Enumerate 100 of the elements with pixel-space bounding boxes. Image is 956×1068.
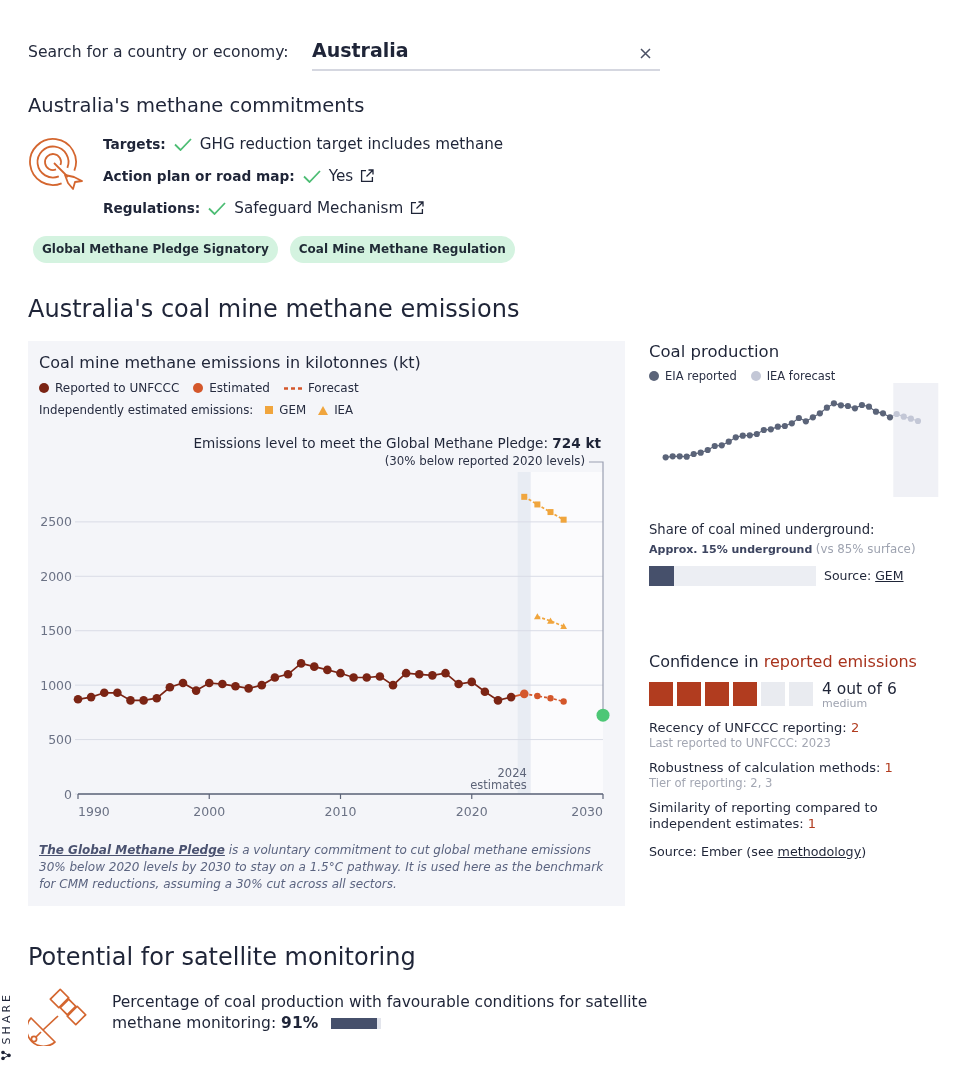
data-point: [388, 680, 398, 690]
x-tick-label: 2000: [193, 804, 226, 819]
square-point: [547, 509, 554, 516]
methodology-link[interactable]: methodology: [777, 844, 862, 859]
share-icon: [1, 1050, 12, 1061]
legend-label: Estimated: [209, 380, 270, 396]
x-tick-label: 2030: [571, 804, 603, 819]
data-point: [467, 677, 477, 687]
data-point: [454, 679, 463, 689]
legend-label: IEA: [334, 402, 354, 418]
forecast-point: [534, 692, 541, 700]
criterion-text: Similarity of reporting compared to independent estimates: 1: [649, 800, 879, 832]
chart-title: Coal mine methane emissions in kilotonnes (kt): [39, 353, 422, 373]
legend-label: IEA forecast: [766, 369, 836, 383]
commitment-value: GHG reduction target includes methane: [199, 135, 504, 153]
triangle-point: [560, 622, 568, 630]
footnote-text: The Global Methane Pledge is a voluntary commitment to cut global methane emissions 30% below 2020 levels by 2030 to stay on a 1.5°C pathway. It is used here as the benchmark for CMM reductions, assuming a 30% cut across all sectors.: [39, 842, 605, 893]
external-link-icon[interactable]: [410, 201, 425, 215]
band-label: 2024 estimates: [469, 767, 527, 791]
data-point: [441, 668, 450, 678]
source-link[interactable]: GEM: [875, 568, 904, 584]
legend-heading: Independently estimated emissions:: [39, 402, 254, 418]
data-point: [506, 692, 516, 702]
y-tick-label: 1000: [40, 677, 72, 693]
data-point: [218, 679, 227, 689]
triangle-point: [534, 613, 541, 620]
data-point: [283, 669, 293, 679]
criterion-note: Tier of reporting: 2, 3: [649, 776, 774, 790]
confidence-title: Confidence in reported emissions: [649, 652, 918, 672]
data-point: [323, 665, 332, 675]
forecast-point: [560, 698, 567, 705]
data-point: [270, 673, 280, 682]
data-point: [178, 678, 188, 688]
data-point: [480, 687, 490, 696]
triangle-point: [547, 617, 554, 624]
y-tick-label: 2500: [40, 514, 72, 530]
commitment-link[interactable]: Safeguard Mechanism: [234, 199, 404, 217]
status-tag: Coal Mine Methane Regulation: [289, 236, 515, 263]
data-point: [86, 692, 96, 702]
y-tick-label: 2000: [40, 568, 72, 584]
data-point: [139, 696, 148, 705]
criterion-text: Robustness of calculation methods: 1: [649, 760, 894, 776]
data-point: [296, 659, 306, 668]
source-text: Source: Ember (see methodology): [649, 844, 868, 860]
underground-value: Approx. 15% underground: [649, 543, 813, 556]
data-point: [165, 683, 175, 692]
legend-label: GEM: [279, 402, 307, 418]
commitment-label: Targets:: [103, 136, 166, 152]
external-link-icon[interactable]: [360, 169, 375, 183]
legend-label: Forecast: [307, 380, 359, 396]
data-point: [231, 681, 240, 691]
data-point: [204, 678, 214, 688]
data-point: [152, 693, 162, 703]
data-point: [336, 668, 345, 678]
search-label: Search for a country or economy:: [28, 43, 290, 61]
data-point: [126, 696, 135, 705]
data-point: [191, 686, 201, 695]
close-icon: [640, 48, 651, 59]
data-point: [113, 688, 122, 698]
data-point: [244, 684, 253, 693]
x-tick-label: 2010: [324, 804, 357, 819]
y-tick-label: 1500: [40, 623, 72, 639]
pledge-link[interactable]: The Global Methane Pledge: [39, 843, 225, 857]
dashed-series-line: [536, 615, 565, 628]
data-point: [362, 673, 372, 682]
criterion-text: Recency of UNFCCC reporting: 2: [649, 720, 861, 736]
target-annotation: Emissions level to meet the Global Methane Pledge: 724 kt (30% below reported 2020 levels): [193, 435, 601, 469]
forecast-point: [547, 695, 554, 702]
commitment-label: Regulations:: [103, 200, 201, 216]
confidence-score: 4 out of 6: [822, 680, 897, 698]
source-label: Source:: [824, 568, 872, 584]
data-point: [309, 662, 319, 671]
search-field[interactable]: Australia: [312, 33, 660, 71]
data-point: [99, 688, 109, 698]
data-point: [375, 672, 385, 681]
underground-label: Share of coal mined underground:: [649, 522, 876, 538]
data-point: [414, 669, 424, 679]
target-icon: [28, 138, 84, 190]
commitment-link[interactable]: Yes: [328, 167, 354, 185]
square-point: [521, 493, 528, 500]
share-button[interactable]: SHARE: [0, 992, 13, 1061]
square-point: [560, 516, 567, 523]
legend-label: Reported to UNFCCC: [55, 380, 180, 396]
criterion-note: Last reported to UNFCCC: 2023: [649, 736, 832, 750]
data-point: [428, 671, 437, 680]
x-tick-label: 2020: [455, 804, 488, 819]
emissions-heading: Australia's coal mine methane emissions: [28, 294, 521, 324]
y-tick-label: 500: [48, 732, 72, 748]
data-point: [257, 680, 267, 690]
production-title: Coal production: [649, 342, 781, 362]
target-point: [596, 708, 610, 722]
satellite-icon: [28, 988, 88, 1046]
data-point: [73, 695, 83, 704]
data-point: [401, 668, 411, 678]
satellite-heading: Potential for satellite monitoring: [28, 942, 417, 972]
x-tick-label: 1990: [78, 804, 110, 819]
data-point: [349, 673, 358, 682]
underground-note: (vs 85% surface): [815, 542, 916, 556]
commitment-label: Action plan or road map:: [103, 168, 295, 184]
square-point: [534, 501, 541, 508]
